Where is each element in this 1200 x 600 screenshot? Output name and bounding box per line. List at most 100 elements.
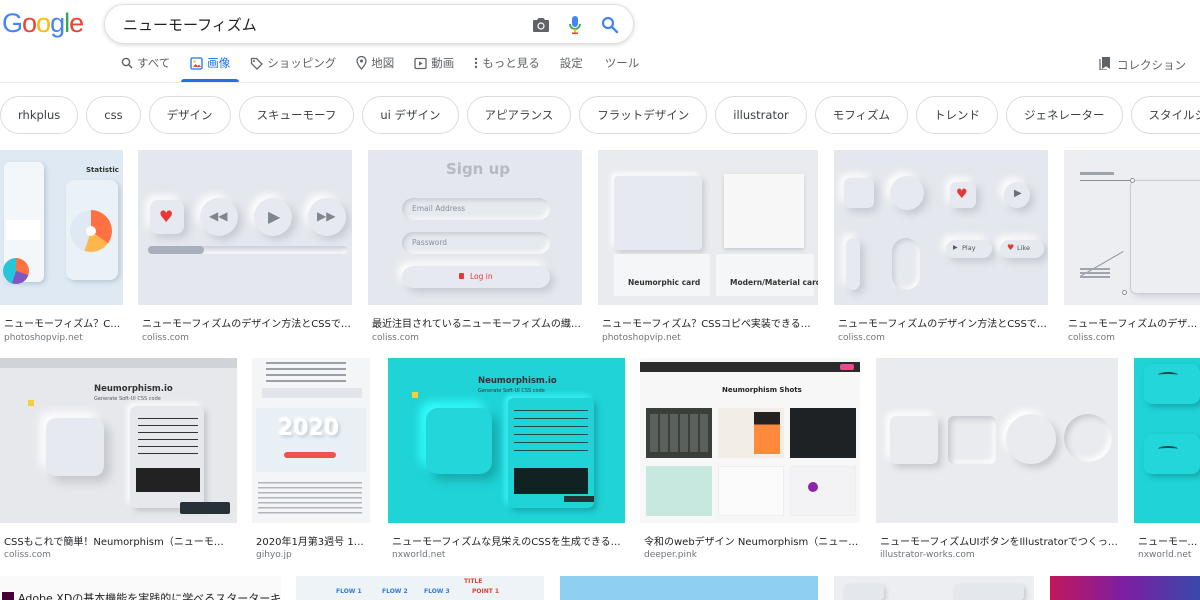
chip[interactable]: rhkplus xyxy=(0,96,79,134)
card-graphic xyxy=(716,254,814,296)
image-result[interactable] xyxy=(1050,576,1200,600)
card-graphic xyxy=(844,584,884,600)
chip[interactable]: アピアランス xyxy=(466,96,572,134)
chip[interactable]: スキューモーフ xyxy=(238,96,355,134)
result-thumbnail: ♥ ◀◀ ▶ ▶▶ xyxy=(138,150,352,305)
chip[interactable]: ジェネレーター xyxy=(1006,96,1123,134)
tag-icon xyxy=(250,57,264,70)
thumb-label: Play xyxy=(962,244,976,252)
header-divider xyxy=(0,82,1200,83)
video-icon xyxy=(414,57,427,70)
gauge-center xyxy=(86,226,96,236)
tab-videos[interactable]: 動画 xyxy=(414,50,454,76)
chip[interactable]: モフィズム xyxy=(814,96,909,134)
image-result[interactable]: ニューモーフィズムUIボタンをIllustratorでつくっ… illustra… xyxy=(876,358,1120,563)
result-thumbnail: Neumorphic card Modern/Material card xyxy=(598,150,818,305)
image-result[interactable]: Neumorphic card Modern/Material card ニュー… xyxy=(598,150,820,345)
annotation-text-graphic xyxy=(1080,172,1114,175)
thumb-label: Neumorphic card xyxy=(628,278,701,287)
result-caption: ニューモーフィズムな見栄えのCSSを生成できる… xyxy=(392,537,621,548)
tab-label: 設定 xyxy=(559,56,583,70)
article-title-graphic xyxy=(266,362,346,382)
circle-inset-shape xyxy=(1064,414,1112,462)
square-inset-shape xyxy=(948,416,996,464)
image-result[interactable]: Sign up Email Address Password Log in 最近… xyxy=(368,150,584,345)
image-result[interactable]: 2020 2020年1月第3週号 1位… gihyo.jp xyxy=(252,358,372,563)
coffee-button-graphic xyxy=(564,496,594,502)
result-source: coliss.com xyxy=(838,333,885,343)
collections-link[interactable]: コレクション xyxy=(1099,56,1186,73)
tab-tools[interactable]: ツール xyxy=(605,50,640,76)
image-result[interactable]: Neumorphism.io Generate Soft-UI CSS code… xyxy=(388,358,626,563)
result-source: coliss.com xyxy=(4,550,51,560)
result-caption: 最近注目されているニューモーフィズムの織… xyxy=(372,319,581,330)
chip-label: css xyxy=(104,108,123,122)
google-logo[interactable]: Google xyxy=(2,8,84,39)
chip-label: illustrator xyxy=(733,108,789,122)
forward-icon: ▶▶ xyxy=(317,209,336,223)
chip[interactable]: フラットデザイン xyxy=(579,96,708,134)
chip-label: スタイルシート xyxy=(1148,108,1200,122)
search-icon xyxy=(121,57,133,69)
heart-icon: ♥ xyxy=(1007,243,1015,252)
pill-inset-shape xyxy=(892,238,920,290)
tab-shopping[interactable]: ショッピング xyxy=(250,50,336,76)
result-thumbnail xyxy=(560,576,818,600)
result-thumbnail: Neumorphism.io Generate Soft-UI CSS code xyxy=(0,358,237,523)
camera-icon[interactable] xyxy=(531,15,551,35)
image-result[interactable] xyxy=(834,576,1036,600)
chip[interactable]: デザイン xyxy=(148,96,231,134)
image-result[interactable]: ニューモーフィ… nxworld.net xyxy=(1134,358,1200,563)
image-result[interactable]: Neumorphism Shots 令和のwebデザイン Neumorphism… xyxy=(640,358,862,563)
progress-fill xyxy=(148,246,204,254)
image-result[interactable]: ♥ ◀◀ ▶ ▶▶ ニューモーフィズムのデザイン方法とCSSで… coliss.… xyxy=(138,150,354,345)
button-graphic xyxy=(840,364,854,370)
tab-images[interactable]: 画像 xyxy=(181,50,240,82)
cursor-icon xyxy=(28,400,34,406)
search-input[interactable] xyxy=(123,12,513,36)
thumb-label: FLOW 2 xyxy=(382,588,408,595)
image-result[interactable]: ♥ ▶ Play ▶ ♥ Like ニューモーフィズムのデザイン方法とCSSで…… xyxy=(834,150,1050,345)
image-result[interactable]: Statistic ニューモーフィズム？CSSコピペ実装できる… photosh… xyxy=(0,150,124,345)
collections-label: コレクション xyxy=(1117,57,1186,72)
chip[interactable]: スタイルシート xyxy=(1130,96,1200,134)
card-graphic xyxy=(6,220,40,240)
sliders-graphic xyxy=(138,418,198,458)
tab-more[interactable]: もっと見る xyxy=(474,50,540,76)
chip-label: モフィズム xyxy=(832,108,891,122)
tab-all[interactable]: すべて xyxy=(121,50,170,76)
chip[interactable]: css xyxy=(86,96,141,134)
image-result[interactable]: ニューモーフィズムのデザイン… coliss.com xyxy=(1064,150,1200,345)
image-result[interactable]: Adobe XDの基本機能を実践的に学べるスターターキット xyxy=(0,576,282,600)
tab-label: すべて xyxy=(137,56,171,70)
sliders-graphic xyxy=(514,410,588,454)
thumb-label: Generate Soft-UI CSS code xyxy=(94,396,161,402)
chip[interactable]: illustrator xyxy=(715,96,807,134)
chip[interactable]: トレンド xyxy=(916,96,999,134)
microphone-icon[interactable] xyxy=(565,15,585,35)
leader-line xyxy=(1080,180,1132,181)
chip[interactable]: ui デザイン xyxy=(362,96,459,134)
search-icon[interactable] xyxy=(600,15,620,35)
thumb-title: Neumorphism.io xyxy=(478,376,557,386)
square-shape xyxy=(890,416,938,464)
image-result[interactable] xyxy=(560,576,820,600)
thumb-label: Like xyxy=(1017,244,1030,252)
result-caption: ニューモーフィ… xyxy=(1138,537,1200,548)
image-result[interactable]: FLOW 1 FLOW 2 FLOW 3 TITLE POINT 1 xyxy=(296,576,546,600)
thumb-title: Neumorphism Shots xyxy=(722,386,802,394)
related-chips: rhkplus css デザイン スキューモーフ ui デザイン アピアランス … xyxy=(0,96,1200,134)
result-thumbnail: Neumorphism.io Generate Soft-UI CSS code xyxy=(388,358,625,523)
circle-shape xyxy=(890,176,924,210)
thumb-label: Log in xyxy=(470,272,493,281)
neumorphic-card-graphic xyxy=(614,176,702,250)
chip-label: フラットデザイン xyxy=(597,108,690,122)
image-results-grid: Statistic ニューモーフィズム？CSSコピペ実装できる… photosh… xyxy=(0,0,1200,600)
card-graphic xyxy=(954,584,1024,600)
tab-settings[interactable]: 設定 xyxy=(560,50,583,76)
tab-label: もっと見る xyxy=(482,56,540,70)
tab-maps[interactable]: 地図 xyxy=(356,50,394,76)
result-thumbnail: 2020 xyxy=(252,358,370,523)
search-tabs: すべて 画像 ショッピング 地図 動画 もっと見る 設定 ツール xyxy=(121,50,661,82)
image-result[interactable]: Neumorphism.io Generate Soft-UI CSS code… xyxy=(0,358,238,563)
